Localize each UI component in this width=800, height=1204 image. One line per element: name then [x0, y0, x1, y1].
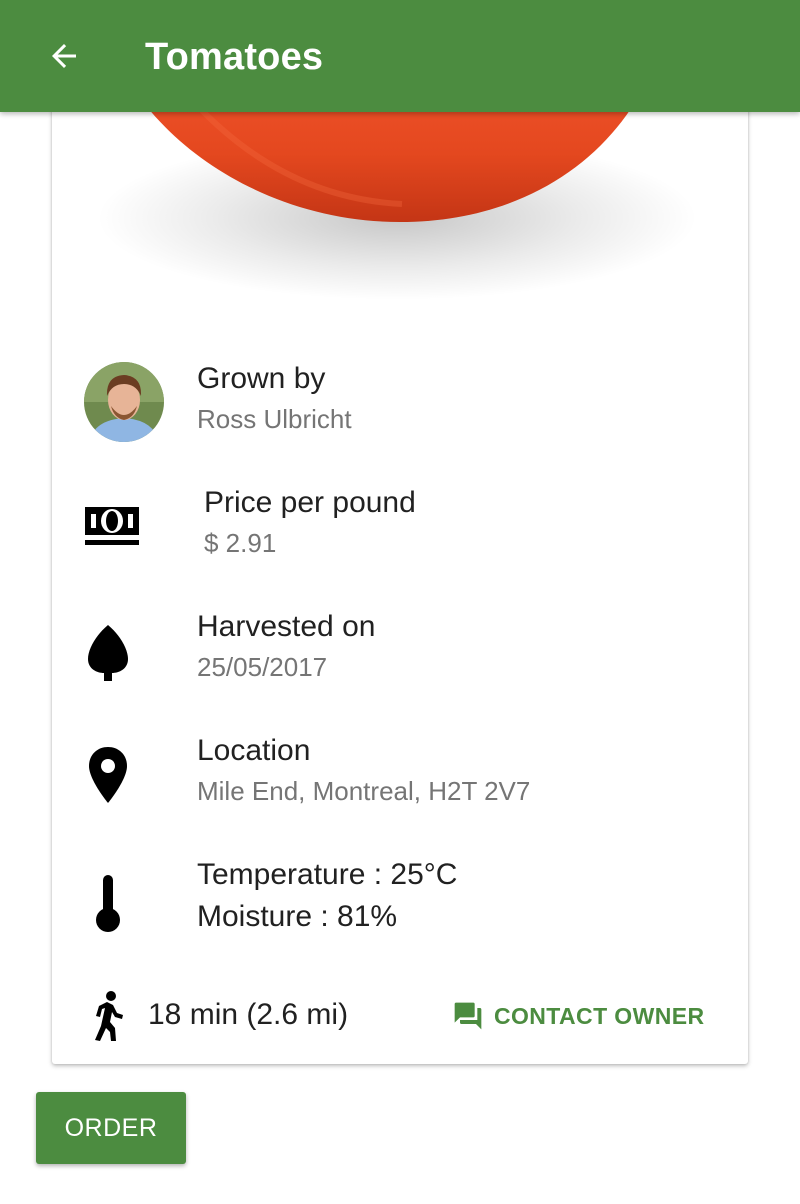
- order-button[interactable]: ORDER: [36, 1092, 186, 1164]
- temperature-value: Temperature : 25°C: [197, 858, 458, 891]
- product-card: Grown by Ross Ulbricht Price per pound $…: [52, 70, 748, 1064]
- thermometer-icon: [90, 870, 126, 936]
- price-value: $ 2.91: [204, 528, 277, 558]
- money-icon: [80, 500, 144, 552]
- page-title: Tomatoes: [145, 36, 324, 78]
- arrow-back-icon: [52, 44, 76, 68]
- leaf-icon: [82, 620, 134, 684]
- moisture-value: Moisture : 81%: [197, 900, 398, 933]
- grower-name: Ross Ulbricht: [197, 404, 352, 434]
- harvest-label: Harvested on: [197, 610, 376, 643]
- back-button[interactable]: [36, 28, 92, 84]
- contact-owner-button[interactable]: CONTACT OWNER: [452, 992, 712, 1040]
- grower-label: Grown by: [197, 362, 326, 395]
- harvest-date: 25/05/2017: [197, 652, 328, 682]
- contact-owner-label: CONTACT OWNER: [494, 1002, 705, 1029]
- location-value: Mile End, Montreal, H2T 2V7: [197, 776, 531, 806]
- location-pin-icon: [82, 742, 134, 808]
- app-bar: Tomatoes: [0, 0, 800, 112]
- chat-icon: [454, 1002, 482, 1030]
- grower-avatar[interactable]: [84, 362, 164, 442]
- price-label: Price per pound: [204, 486, 416, 519]
- walking-icon: [88, 988, 128, 1044]
- location-label: Location: [197, 734, 311, 767]
- distance-text: 18 min (2.6 mi): [148, 998, 349, 1031]
